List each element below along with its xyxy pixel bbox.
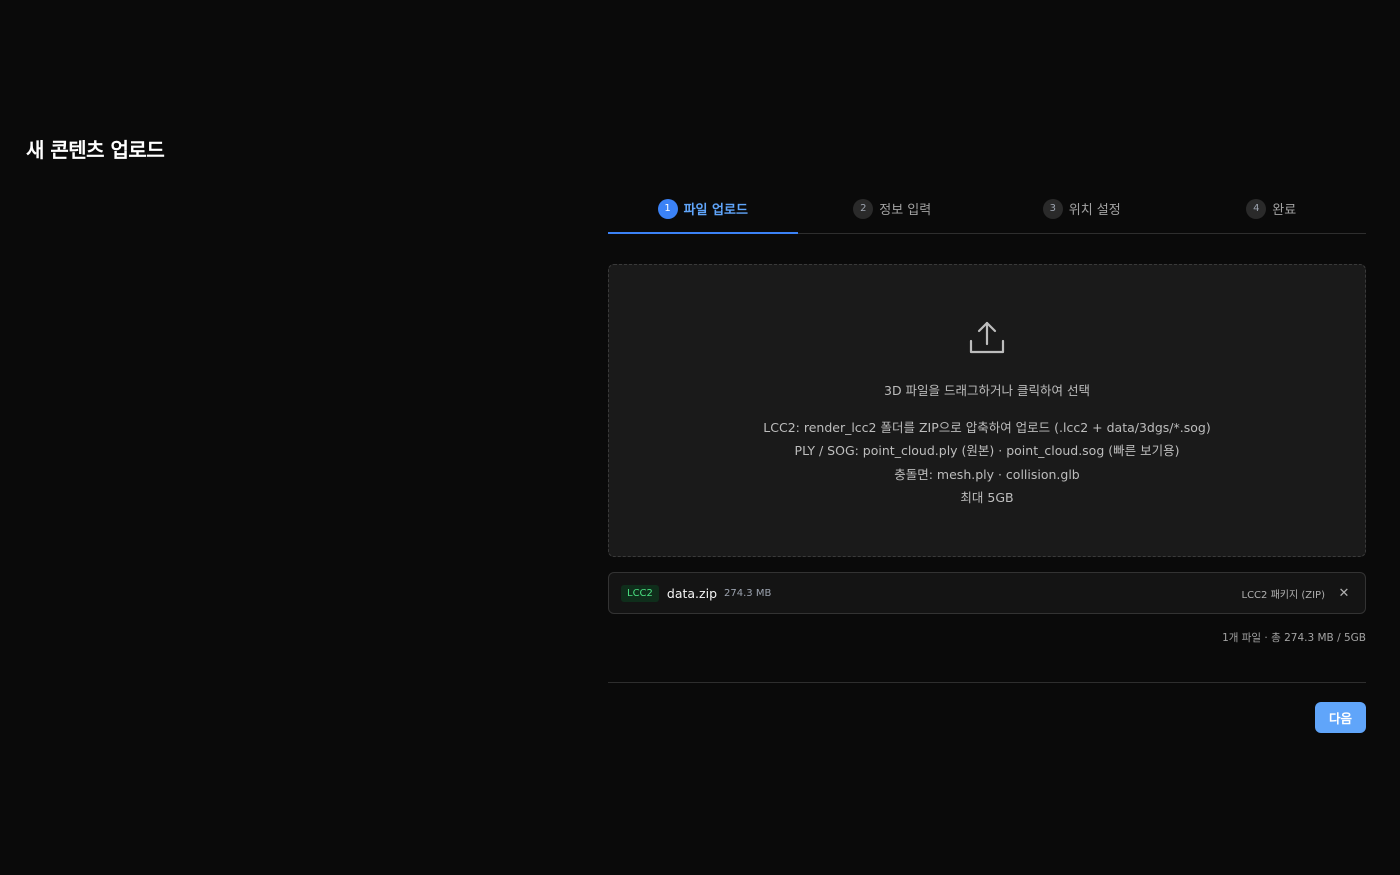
dropzone-hint-lcc2: LCC2: render_lcc2 폴더를 ZIP으로 압축하여 업로드 (.l… (763, 419, 1211, 435)
file-type-label: LCC2 패키지 (ZIP) (1241, 589, 1326, 601)
dropzone-instruction: 3D 파일을 드래그하거나 클릭하여 선택 (884, 383, 1090, 398)
step-number: 1 (657, 198, 678, 219)
step-number: 2 (853, 198, 874, 219)
step-complete[interactable]: 4 완료 (1177, 184, 1367, 233)
step-label: 정보 입력 (879, 203, 932, 218)
step-number: 3 (1042, 198, 1063, 219)
step-tabs: 1 파일 업로드 2 정보 입력 3 위치 설정 4 완료 (608, 184, 1366, 234)
step-file-upload[interactable]: 1 파일 업로드 (608, 184, 798, 234)
close-icon: ✕ (1338, 585, 1350, 601)
upload-panel: 1 파일 업로드 2 정보 입력 3 위치 설정 4 완료 3D 파일을 드래그… (608, 184, 1366, 733)
step-info-input[interactable]: 2 정보 입력 (798, 184, 988, 233)
file-dropzone[interactable]: 3D 파일을 드래그하거나 클릭하여 선택 LCC2: render_lcc2 … (608, 264, 1366, 557)
file-list-item: LCC2 data.zip 274.3 MB LCC2 패키지 (ZIP) ✕ (608, 572, 1366, 614)
step-location-settings[interactable]: 3 위치 설정 (987, 184, 1177, 233)
next-button[interactable]: 다음 (1314, 702, 1366, 733)
upload-icon (969, 321, 1005, 354)
dropzone-hint-ply-sog: PLY / SOG: point_cloud.ply (원본) · point_… (794, 443, 1180, 458)
step-label: 파일 업로드 (683, 203, 748, 218)
file-type-badge: LCC2 (621, 584, 659, 602)
upload-summary: 1개 파일 · 총 274.3 MB / 5GB (1222, 632, 1366, 644)
file-name: data.zip (666, 585, 718, 601)
footer-actions: 다음 (608, 702, 1366, 733)
dropzone-hint-collision: 충돌면: mesh.ply · collision.glb (894, 466, 1080, 482)
divider (608, 682, 1366, 683)
file-size: 274.3 MB (724, 587, 772, 599)
page-title: 새 콘텐츠 업로드 (26, 138, 165, 162)
step-number: 4 (1246, 198, 1267, 219)
step-label: 위치 설정 (1068, 203, 1121, 218)
dropzone-hint-max-size: 최대 5GB (960, 490, 1014, 505)
step-label: 완료 (1272, 203, 1297, 218)
remove-file-button[interactable]: ✕ (1335, 584, 1353, 602)
